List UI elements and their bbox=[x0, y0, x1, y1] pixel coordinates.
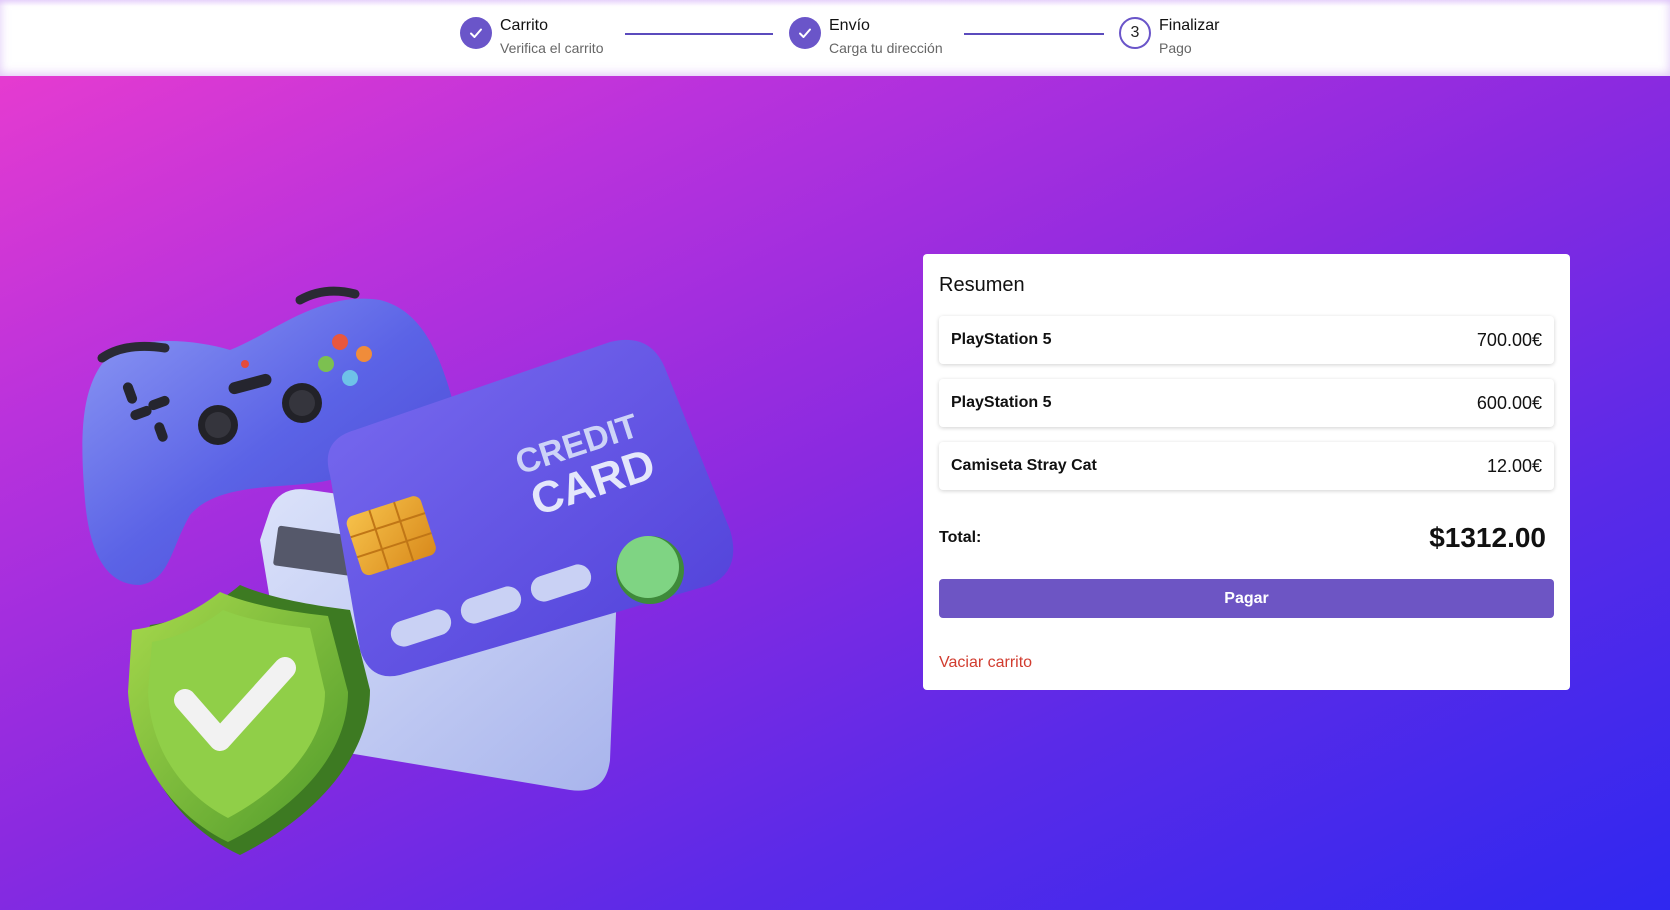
item-name: PlayStation 5 bbox=[951, 331, 1052, 348]
total-label: Total: bbox=[939, 529, 982, 546]
step-subtitle: Carga tu dirección bbox=[829, 40, 943, 56]
order-summary-card: Resumen PlayStation 5 700.00€ PlayStatio… bbox=[923, 254, 1570, 690]
item-price: 12.00€ bbox=[1486, 455, 1542, 476]
cart-item: PlayStation 5 600.00€ bbox=[939, 379, 1554, 427]
step-number: 3 bbox=[1119, 17, 1151, 49]
step-connector bbox=[964, 33, 1104, 35]
header-top-glow bbox=[0, 0, 1670, 6]
payment-illustration: CREDIT CARD bbox=[82, 286, 734, 855]
item-price: 600.00€ bbox=[1476, 392, 1542, 413]
check-icon bbox=[789, 17, 821, 49]
item-price: 700.00€ bbox=[1476, 329, 1542, 350]
step-subtitle: Verifica el carrito bbox=[500, 40, 604, 56]
step-title: Finalizar bbox=[1159, 17, 1220, 34]
shield-check-icon bbox=[128, 585, 370, 855]
item-name: Camiseta Stray Cat bbox=[951, 457, 1097, 474]
item-name: PlayStation 5 bbox=[951, 394, 1052, 411]
step-subtitle: Pago bbox=[1159, 40, 1192, 56]
empty-cart-link[interactable]: Vaciar carrito bbox=[939, 654, 1032, 672]
total-row: Total: $1312.00 bbox=[939, 518, 1554, 558]
step-finalizar[interactable]: 3 Finalizar Pago bbox=[1119, 16, 1219, 57]
check-icon bbox=[460, 17, 492, 49]
step-carrito[interactable]: Carrito Verifica el carrito bbox=[460, 16, 603, 57]
cart-item: Camiseta Stray Cat 12.00€ bbox=[939, 442, 1554, 490]
summary-title: Resumen bbox=[939, 274, 1025, 296]
total-value: $1312.00 bbox=[1429, 522, 1546, 553]
step-envio[interactable]: Envío Carga tu dirección bbox=[789, 16, 943, 57]
cart-item: PlayStation 5 700.00€ bbox=[939, 316, 1554, 364]
pay-button[interactable]: Pagar bbox=[939, 579, 1554, 618]
step-connector bbox=[625, 33, 773, 35]
checkout-header: Carrito Verifica el carrito Envío Carga … bbox=[0, 0, 1670, 76]
step-title: Envío bbox=[829, 17, 870, 34]
step-title: Carrito bbox=[500, 17, 549, 34]
